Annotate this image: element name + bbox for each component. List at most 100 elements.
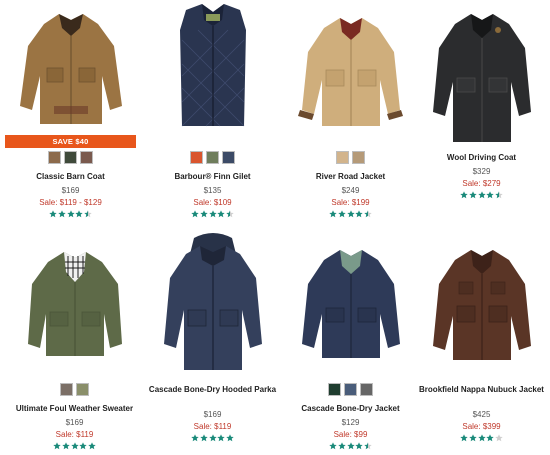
star-rating: [2, 210, 139, 218]
color-swatch[interactable]: [360, 383, 373, 396]
product-price: $425: [472, 410, 491, 419]
product-price: $129: [341, 418, 360, 427]
star-rating: [413, 191, 550, 199]
star-icon: [329, 442, 337, 450]
star-icon: [200, 434, 208, 442]
star-icon: [495, 434, 503, 442]
star-icon: [191, 210, 199, 218]
product-card[interactable]: Brookfield Nappa Nubuck Jacket $425 Sale…: [413, 228, 550, 455]
star-icon: [355, 210, 363, 218]
product-name[interactable]: River Road Jacket: [282, 171, 419, 182]
star-icon: [49, 210, 57, 218]
star-rating: [144, 434, 281, 442]
product-price: $169: [61, 186, 80, 195]
product-name[interactable]: Classic Barn Coat: [2, 171, 139, 182]
product-card[interactable]: Cascade Bone-Dry Hooded Parka $169 Sale:…: [144, 228, 281, 455]
color-swatch[interactable]: [60, 383, 73, 396]
product-price: $169: [65, 418, 84, 427]
star-icon: [79, 442, 87, 450]
star-icon: [84, 210, 92, 218]
star-icon: [338, 210, 346, 218]
star-icon: [70, 442, 79, 450]
product-image[interactable]: [425, 8, 538, 144]
star-icon: [346, 210, 355, 218]
star-icon: [62, 442, 70, 450]
product-image[interactable]: [294, 10, 407, 130]
color-swatches: [6, 383, 143, 396]
product-card[interactable]: Wool Driving Coat $329 Sale: $279: [413, 0, 550, 228]
product-name[interactable]: Barbour® Finn Gilet: [144, 171, 281, 182]
save-badge: SAVE $40: [5, 135, 136, 148]
color-swatches: [282, 383, 419, 396]
star-icon: [495, 191, 503, 199]
product-name[interactable]: Cascade Bone-Dry Jacket: [282, 403, 419, 414]
star-icon: [477, 434, 486, 442]
star-icon: [53, 442, 61, 450]
sale-price: Sale: $399: [462, 422, 501, 431]
star-icon: [469, 191, 477, 199]
star-icon: [88, 442, 96, 450]
star-icon: [208, 210, 217, 218]
product-image[interactable]: [294, 246, 407, 360]
color-swatch[interactable]: [80, 151, 93, 164]
sale-price: Sale: $199: [331, 198, 370, 207]
color-swatch[interactable]: [76, 383, 89, 396]
product-name[interactable]: Ultimate Foul Weather Sweater: [6, 403, 143, 414]
product-card[interactable]: Barbour® Finn Gilet $135 Sale: $109: [144, 0, 281, 228]
color-swatch[interactable]: [64, 151, 77, 164]
product-image[interactable]: [425, 246, 538, 362]
star-icon: [226, 210, 234, 218]
star-icon: [477, 191, 486, 199]
star-icon: [200, 210, 208, 218]
star-icon: [460, 191, 468, 199]
color-swatches: [2, 151, 139, 164]
star-icon: [217, 210, 225, 218]
star-icon: [208, 434, 217, 442]
product-card[interactable]: River Road Jacket $249 Sale: $199: [282, 0, 419, 228]
color-swatch[interactable]: [352, 151, 365, 164]
star-icon: [486, 434, 494, 442]
product-card[interactable]: SAVE $40 Classic Barn Coat $169 Sale: $1…: [2, 0, 139, 228]
star-icon: [329, 210, 337, 218]
product-grid: SAVE $40 Classic Barn Coat $169 Sale: $1…: [0, 0, 550, 455]
color-swatch[interactable]: [222, 151, 235, 164]
color-swatch[interactable]: [344, 383, 357, 396]
star-icon: [66, 210, 75, 218]
product-price: $135: [203, 186, 222, 195]
product-card[interactable]: Cascade Bone-Dry Jacket $129 Sale: $99: [282, 228, 419, 455]
sale-price: Sale: $279: [462, 179, 501, 188]
product-price: $329: [472, 167, 491, 176]
color-swatch[interactable]: [328, 383, 341, 396]
product-image[interactable]: [156, 0, 269, 130]
color-swatch[interactable]: [48, 151, 61, 164]
star-icon: [346, 442, 355, 450]
product-name[interactable]: Cascade Bone-Dry Hooded Parka: [144, 384, 281, 395]
product-image[interactable]: [18, 248, 131, 360]
color-swatch[interactable]: [336, 151, 349, 164]
color-swatches: [282, 151, 419, 164]
product-image[interactable]: [14, 6, 127, 126]
product-card[interactable]: Ultimate Foul Weather Sweater $169 Sale:…: [6, 228, 143, 455]
star-icon: [486, 191, 494, 199]
star-icon: [460, 434, 468, 442]
star-icon: [469, 434, 477, 442]
product-image[interactable]: [156, 232, 269, 372]
star-icon: [75, 210, 83, 218]
star-icon: [364, 442, 372, 450]
star-icon: [226, 434, 234, 442]
color-swatches: [144, 151, 281, 164]
color-swatch[interactable]: [206, 151, 219, 164]
sale-price: Sale: $119: [193, 422, 232, 431]
star-icon: [338, 442, 346, 450]
sale-price: Sale: $119 - $129: [39, 198, 102, 207]
star-rating: [282, 442, 419, 450]
product-price: $169: [203, 410, 222, 419]
star-rating: [413, 434, 550, 442]
star-icon: [58, 210, 66, 218]
product-name[interactable]: Wool Driving Coat: [413, 152, 550, 163]
sale-price: Sale: $99: [333, 430, 368, 439]
product-name[interactable]: Brookfield Nappa Nubuck Jacket: [413, 384, 550, 395]
star-rating: [144, 210, 281, 218]
color-swatch[interactable]: [190, 151, 203, 164]
sale-price: Sale: $119: [55, 430, 94, 439]
